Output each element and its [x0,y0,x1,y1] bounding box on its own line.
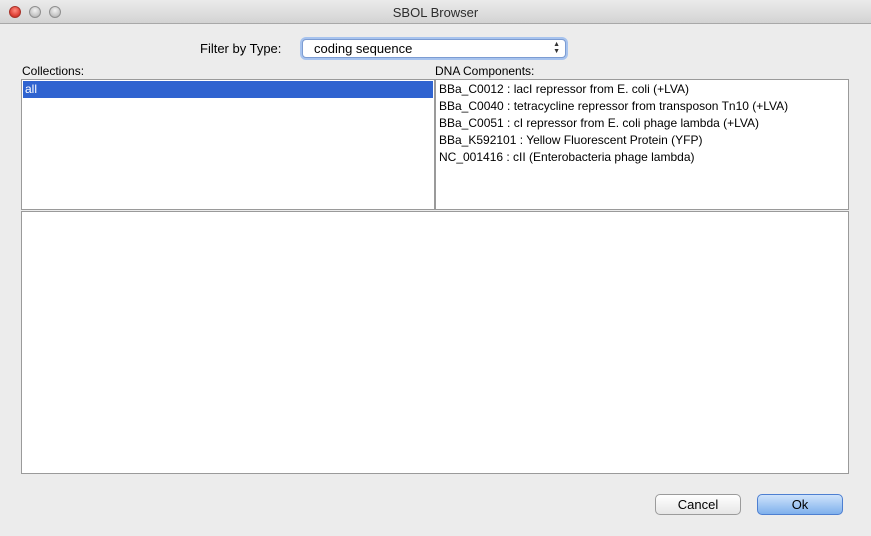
dna-component-item[interactable]: BBa_C0040 : tetracycline repressor from … [439,98,788,115]
collections-label: Collections: [22,64,85,78]
up-down-arrows-icon: ▲ ▼ [553,41,560,55]
type-filter-value: coding sequence [314,41,413,56]
collections-list[interactable]: all [21,79,435,210]
dna-component-item[interactable]: BBa_K592101 : Yellow Fluorescent Protein… [439,132,702,149]
collection-item-all[interactable]: all [23,81,433,98]
dna-components-label: DNA Components: [435,64,535,78]
title-bar[interactable]: SBOL Browser [0,0,871,24]
dna-component-item[interactable]: NC_001416 : cII (Enterobacteria phage la… [439,149,695,166]
dna-component-item[interactable]: BBa_C0012 : lacI repressor from E. coli … [439,81,689,98]
dna-components-list[interactable]: BBa_C0012 : lacI repressor from E. coli … [435,79,849,210]
filter-label: Filter by Type: [200,41,282,56]
detail-panel[interactable] [21,211,849,474]
ok-button[interactable]: Ok [757,494,843,515]
dna-component-item[interactable]: BBa_C0051 : cI repressor from E. coli ph… [439,115,759,132]
window-title: SBOL Browser [392,5,479,20]
cancel-button[interactable]: Cancel [655,494,741,515]
type-filter-select[interactable]: coding sequence ▲ ▼ [302,39,566,58]
